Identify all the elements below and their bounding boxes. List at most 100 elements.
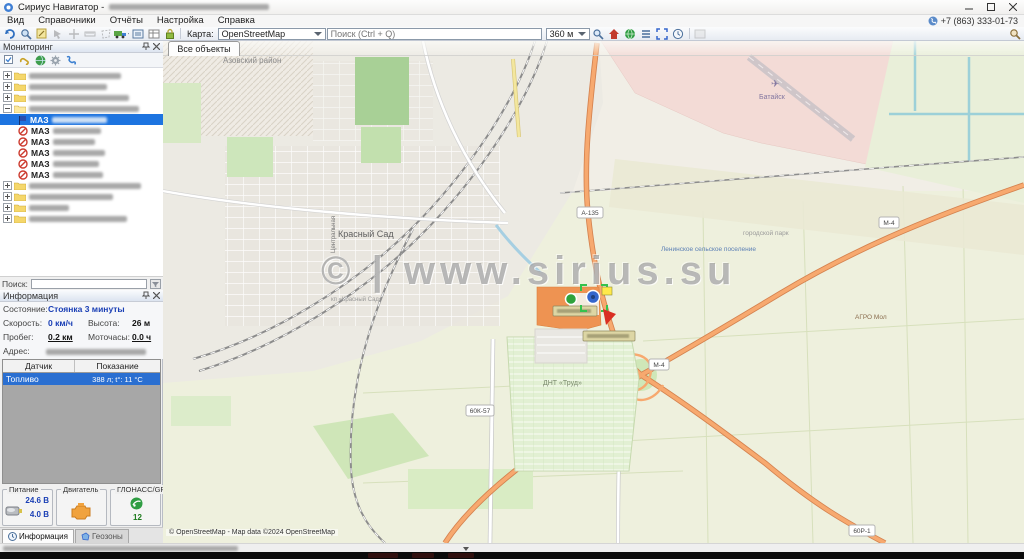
tree-group[interactable]: [0, 202, 163, 213]
fit-bounds-icon[interactable]: [655, 27, 670, 40]
mileage-value[interactable]: 0.2 км: [48, 332, 73, 342]
gear-icon[interactable]: [50, 55, 61, 66]
window-title: Сириус Навигатор -: [18, 2, 104, 13]
minimize-button[interactable]: [958, 0, 980, 14]
tree-group[interactable]: [0, 81, 163, 92]
redacted-group-name: [29, 205, 69, 211]
tree-vehicle[interactable]: МАЗ: [0, 125, 163, 136]
tree-group[interactable]: [0, 191, 163, 202]
sensor-col-value[interactable]: Показание: [75, 360, 160, 372]
list-icon[interactable]: [639, 27, 654, 40]
tree-search-label: Поиск:: [2, 279, 28, 289]
collapse-icon[interactable]: [3, 104, 12, 113]
expand-icon[interactable]: [3, 71, 12, 80]
clock-icon[interactable]: [671, 27, 686, 40]
vehicle-label: МАЗ: [31, 159, 50, 169]
refresh-icon[interactable]: [2, 27, 17, 40]
edit-area-icon[interactable]: [34, 27, 49, 40]
tab-information[interactable]: Информация: [2, 529, 74, 543]
select-icon[interactable]: [50, 27, 65, 40]
global-search-input[interactable]: [327, 28, 542, 40]
locate-icon[interactable]: [591, 27, 606, 40]
close-icon[interactable]: [153, 292, 160, 299]
redacted-vehicle-name: [53, 172, 103, 178]
tree-vehicle[interactable]: МАЗ: [0, 147, 163, 158]
tree-group-open[interactable]: [0, 103, 163, 114]
tree-vehicle[interactable]: МАЗ: [0, 136, 163, 147]
tree-group[interactable]: [0, 92, 163, 103]
tree-group[interactable]: [0, 180, 163, 191]
hours-value[interactable]: 0.0 ч: [132, 332, 151, 342]
sensor-col-name[interactable]: Датчик: [3, 360, 75, 372]
clock-icon: [8, 532, 17, 541]
state-label: Состояние:: [3, 304, 48, 314]
home-icon[interactable]: [607, 27, 622, 40]
status-dropdown-icon[interactable]: [463, 547, 469, 551]
reports-icon[interactable]: [130, 27, 145, 40]
power-statbox: Питание 24.6 В 4.0 В: [2, 489, 53, 526]
tree-vehicle-selected[interactable]: МАЗ: [0, 114, 163, 125]
area-measure-icon[interactable]: [98, 27, 113, 40]
panel-icon[interactable]: [693, 27, 708, 40]
maximize-button[interactable]: [980, 0, 1002, 14]
expand-icon[interactable]: [3, 82, 12, 91]
select-objects-icon[interactable]: [4, 55, 15, 66]
vehicle-marker-green[interactable]: [566, 294, 577, 305]
search-map-icon[interactable]: [18, 27, 33, 40]
label-district: Азовский район: [223, 56, 281, 65]
menu-vid[interactable]: Вид: [0, 15, 31, 27]
filter-icon[interactable]: [150, 279, 161, 289]
map-scale-select[interactable]: 360 м: [546, 28, 590, 40]
sensor-row-fuel[interactable]: Топливо 388 л; t°: 11 °C: [3, 373, 160, 385]
main-toolbar: Карта: OpenStreetMap 360 м: [0, 27, 1024, 41]
map-tab-all-objects[interactable]: Все объекты: [168, 41, 240, 56]
height-label: Высота:: [88, 318, 120, 328]
folder-icon: [14, 192, 26, 201]
map-provider-select[interactable]: OpenStreetMap: [218, 28, 326, 40]
monitoring-panel-title: Мониторинг: [3, 42, 53, 52]
badge-60r1: 60Р-1: [853, 528, 871, 535]
info-panel-header: Информация: [0, 290, 163, 302]
pin-icon[interactable]: [142, 42, 150, 51]
address-label: Адрес:: [3, 346, 30, 356]
close-icon[interactable]: [153, 43, 160, 50]
link-icon[interactable]: [19, 55, 31, 66]
ruler-icon[interactable]: [82, 27, 97, 40]
expand-icon[interactable]: [3, 214, 12, 223]
lock-icon[interactable]: [162, 27, 177, 40]
call-icon[interactable]: [65, 55, 77, 66]
menu-spravochniki[interactable]: Справочники: [31, 15, 103, 27]
tree-search-input[interactable]: [31, 279, 147, 289]
voltage-backup: 4.0 В: [30, 510, 49, 519]
menu-nastroyka[interactable]: Настройка: [150, 15, 211, 27]
hours-label: Моточасы:: [88, 332, 130, 342]
expand-icon[interactable]: [3, 181, 12, 190]
pin-icon[interactable]: [142, 291, 150, 300]
label-agro: АГРО Мол: [855, 314, 887, 321]
move-icon[interactable]: [66, 27, 81, 40]
tab-geozones[interactable]: Геозоны: [75, 529, 129, 543]
engine-label: Двигатель: [61, 485, 100, 494]
globe-icon[interactable]: [35, 55, 46, 66]
settings-search-icon[interactable]: [1007, 27, 1022, 40]
truck-menu-icon[interactable]: [114, 27, 129, 40]
expand-icon[interactable]: [3, 203, 12, 212]
expand-icon[interactable]: [3, 192, 12, 201]
power-label: Питание: [7, 485, 41, 494]
map-canvas[interactable]: А-135 М-4 М-4 60К-57 60Р-1 Азовский райо…: [163, 41, 1024, 543]
tree-group[interactable]: [0, 213, 163, 224]
expand-icon[interactable]: [3, 93, 12, 102]
table-icon[interactable]: [146, 27, 161, 40]
bottom-tab-strip: Информация Геозоны: [0, 527, 163, 543]
globe-icon[interactable]: [623, 27, 638, 40]
sensor-value: 388 л; t°: 11 °C: [75, 375, 160, 384]
close-button[interactable]: [1002, 0, 1024, 14]
tree-group[interactable]: [0, 70, 163, 81]
vehicle-label: МАЗ: [31, 170, 50, 180]
redacted-vehicle-name: [53, 161, 99, 167]
menu-otchety[interactable]: Отчёты: [103, 15, 150, 27]
redacted-group-name: [29, 216, 127, 222]
tree-vehicle[interactable]: МАЗ: [0, 169, 163, 180]
tree-vehicle[interactable]: МАЗ: [0, 158, 163, 169]
menu-spravka[interactable]: Справка: [211, 15, 262, 27]
